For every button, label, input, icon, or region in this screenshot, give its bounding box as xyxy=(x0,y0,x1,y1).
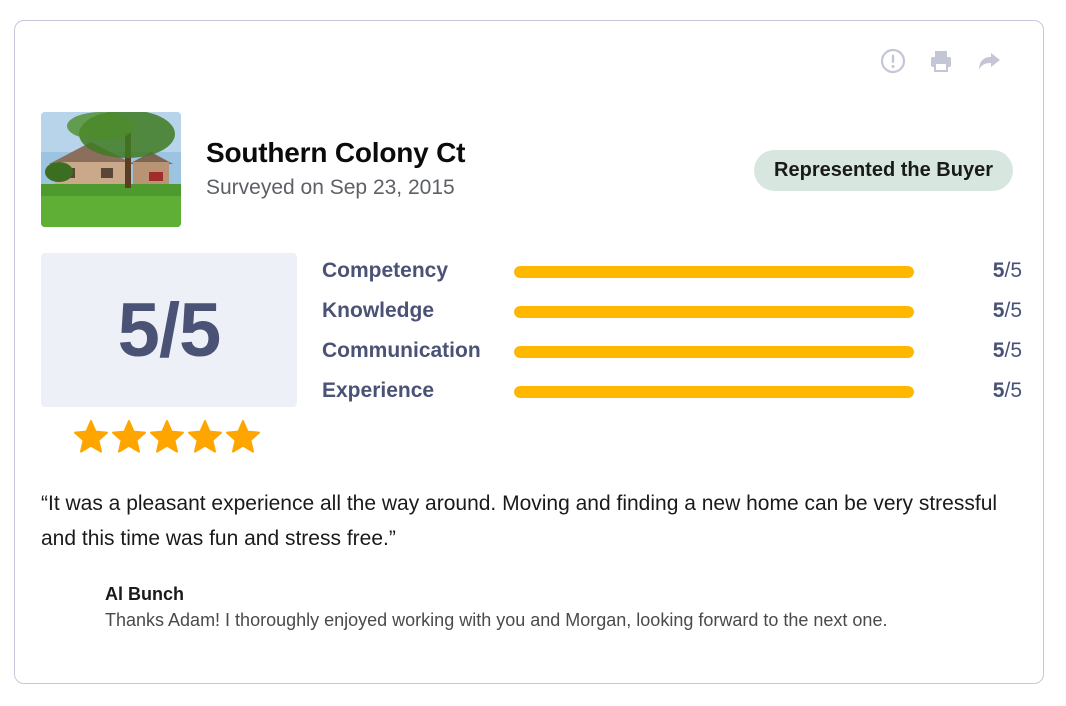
rating-value: 5/5 xyxy=(993,259,1022,283)
rating-bar xyxy=(514,386,914,398)
rating-bar xyxy=(514,346,914,358)
rating-value: 5/5 xyxy=(993,299,1022,323)
star-icon xyxy=(225,419,261,455)
star-icon xyxy=(149,419,185,455)
overall-score: 5/5 xyxy=(117,287,222,373)
rating-score: 5 xyxy=(992,299,1005,322)
rating-breakdown: Competency 5/5 Knowledge 5/5 Communication 5/… xyxy=(322,255,1022,415)
rating-max: /5 xyxy=(1004,259,1022,282)
rating-score: 5 xyxy=(992,339,1005,362)
rating-score: 5 xyxy=(992,379,1005,402)
rating-value: 5/5 xyxy=(993,339,1022,363)
rating-label: Communication xyxy=(322,339,481,362)
rating-bar xyxy=(514,306,914,318)
reply-text: Thanks Adam! I thoroughly enjoyed workin… xyxy=(105,610,888,630)
rating-row: Competency 5/5 xyxy=(322,255,1022,295)
rating-value: 5/5 xyxy=(993,379,1022,403)
rating-max: /5 xyxy=(1004,299,1022,322)
star-icon xyxy=(111,419,147,455)
rating-max: /5 xyxy=(1004,339,1022,362)
property-address: Southern Colony Ct xyxy=(206,137,466,168)
report-button[interactable] xyxy=(879,48,907,79)
rating-row: Communication 5/5 xyxy=(322,335,1022,375)
share-button[interactable] xyxy=(975,49,1003,77)
rating-row: Experience 5/5 xyxy=(322,375,1022,415)
star-icon xyxy=(73,419,109,455)
rating-bar-fill xyxy=(514,266,914,278)
rating-score: 5 xyxy=(992,259,1005,282)
role-badge: Represented the Buyer xyxy=(754,150,1013,191)
review-card: Southern Colony Ct Surveyed on Sep 23, 2… xyxy=(14,20,1044,684)
house-photo xyxy=(41,112,181,227)
star-rating xyxy=(73,419,261,455)
star-icon xyxy=(187,419,223,455)
review-text: “It was a pleasant experience all the wa… xyxy=(41,492,998,550)
survey-date: Surveyed on Sep 23, 2015 xyxy=(206,176,455,199)
rating-bar xyxy=(514,266,914,278)
rating-label: Knowledge xyxy=(322,299,435,322)
card-toolbar xyxy=(879,48,1003,79)
overall-score-box: 5/5 xyxy=(41,253,297,407)
rating-bar-fill xyxy=(514,306,914,318)
rating-label: Competency xyxy=(322,259,449,282)
print-icon xyxy=(928,48,954,79)
share-icon xyxy=(976,48,1002,79)
rating-max: /5 xyxy=(1004,379,1022,402)
rating-row: Knowledge 5/5 xyxy=(322,295,1022,335)
rating-label: Experience xyxy=(322,379,435,402)
report-icon xyxy=(880,48,906,79)
print-button[interactable] xyxy=(927,49,955,77)
rating-bar-fill xyxy=(514,386,914,398)
reply-author: Al Bunch xyxy=(105,584,184,604)
rating-bar-fill xyxy=(514,346,914,358)
